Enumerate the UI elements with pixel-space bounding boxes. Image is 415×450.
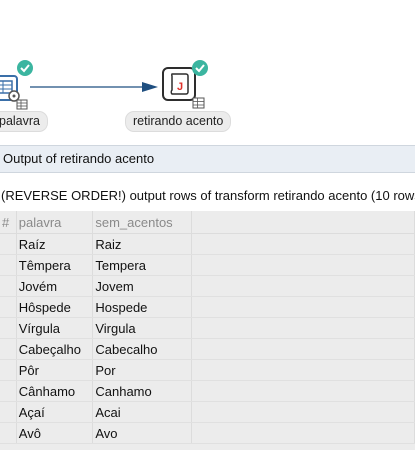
success-check-icon — [192, 60, 208, 76]
table-row[interactable]: Cânhamo Canhamo — [0, 380, 415, 402]
cell-empty — [191, 422, 415, 444]
cell-palavra[interactable]: Pôr — [16, 359, 94, 381]
cell-empty — [191, 254, 415, 276]
row-index-cell — [0, 275, 17, 297]
cell-palavra[interactable]: Têmpera — [16, 254, 94, 276]
row-index-cell — [0, 233, 17, 255]
cell-palavra[interactable]: Raíz — [16, 233, 94, 255]
pipeline-canvas[interactable]: J palavra retirando acento — [0, 0, 415, 145]
step-label-retirando-acento[interactable]: retirando acento — [125, 111, 232, 132]
cell-empty — [191, 401, 415, 423]
row-index-cell — [0, 359, 17, 381]
cell-palavra[interactable]: Cabeçalho — [16, 338, 94, 360]
svg-text:J: J — [177, 81, 183, 93]
panel-title: Output of retirando acento — [0, 145, 415, 173]
cell-sem-acentos[interactable]: Canhamo — [92, 380, 192, 402]
cell-palavra[interactable]: Açaí — [16, 401, 94, 423]
column-header-empty — [191, 211, 415, 234]
cell-sem-acentos[interactable]: Hospede — [92, 296, 192, 318]
cell-empty — [191, 338, 415, 360]
cell-palavra[interactable]: Vírgula — [16, 317, 94, 339]
cell-sem-acentos[interactable]: Avo — [92, 422, 192, 444]
step-label-palavra[interactable]: palavra — [0, 111, 48, 132]
table-row[interactable]: Vírgula Virgula — [0, 317, 415, 339]
table-row[interactable]: Têmpera Tempera — [0, 254, 415, 276]
row-index-cell — [0, 317, 17, 339]
hop-arrow[interactable] — [30, 80, 170, 94]
result-title: (REVERSE ORDER!) output rows of transfor… — [1, 188, 415, 203]
table-row[interactable]: Avô Avo — [0, 422, 415, 444]
cell-palavra[interactable]: Cânhamo — [16, 380, 94, 402]
row-index-cell — [0, 422, 17, 444]
cell-sem-acentos[interactable]: Acai — [92, 401, 192, 423]
output-panel: Output of retirando acento (REVERSE ORDE… — [0, 145, 415, 450]
cell-sem-acentos[interactable]: Por — [92, 359, 192, 381]
cell-palavra[interactable]: Jovém — [16, 275, 94, 297]
cell-empty — [191, 233, 415, 255]
table-row[interactable]: Hôspede Hospede — [0, 296, 415, 318]
row-index-cell — [0, 338, 17, 360]
cell-sem-acentos[interactable]: Cabecalho — [92, 338, 192, 360]
table-row[interactable]: Cabeçalho Cabecalho — [0, 338, 415, 360]
table-row[interactable]: Jovém Jovem — [0, 275, 415, 297]
table-row[interactable]: Açaí Acai — [0, 401, 415, 423]
cell-sem-acentos[interactable]: Jovem — [92, 275, 192, 297]
column-header-palavra[interactable]: palavra — [16, 211, 94, 234]
column-header-sem-acentos[interactable]: sem_acentos — [92, 211, 192, 234]
cell-empty — [191, 296, 415, 318]
row-index-cell — [0, 401, 17, 423]
cell-sem-acentos[interactable]: Tempera — [92, 254, 192, 276]
column-header-index[interactable]: # — [0, 211, 17, 234]
cell-sem-acentos[interactable]: Raiz — [92, 233, 192, 255]
cell-sem-acentos[interactable]: Virgula — [92, 317, 192, 339]
cell-empty — [191, 359, 415, 381]
table-row[interactable]: Pôr Por — [0, 359, 415, 381]
cell-empty — [191, 275, 415, 297]
results-grid[interactable]: # palavra sem_acentos Raíz Raiz Têmpera Tem… — [0, 211, 415, 450]
cell-palavra[interactable]: Hôspede — [16, 296, 94, 318]
table-row[interactable]: Raíz Raiz — [0, 233, 415, 255]
success-check-icon — [17, 60, 33, 76]
row-index-cell — [0, 254, 17, 276]
cell-empty — [191, 380, 415, 402]
row-index-cell — [0, 296, 17, 318]
cell-empty — [191, 317, 415, 339]
row-index-cell — [0, 380, 17, 402]
cell-palavra[interactable]: Avô — [16, 422, 94, 444]
